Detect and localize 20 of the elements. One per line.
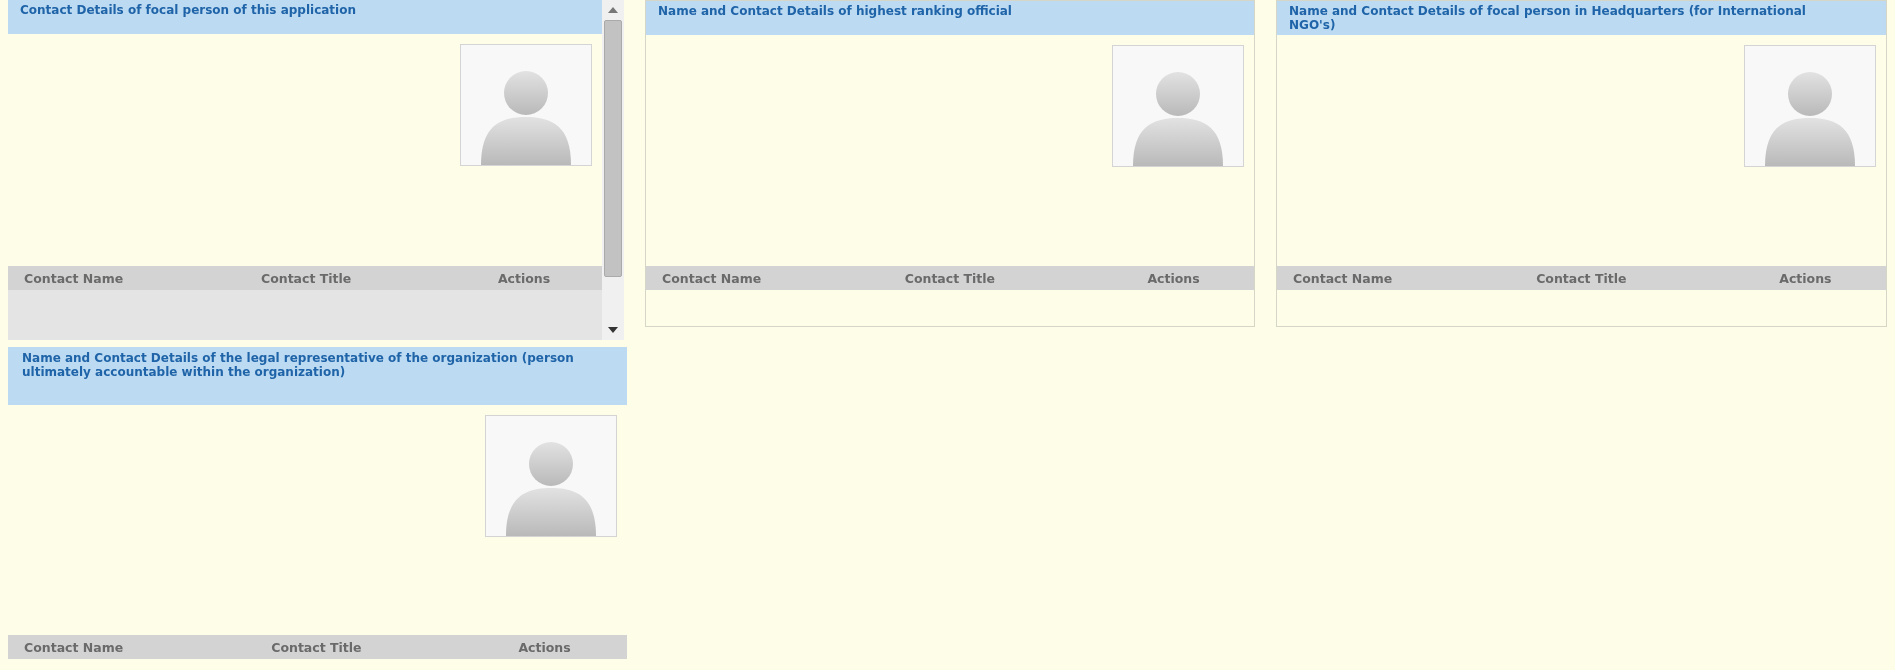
panel-title: Contact Details of focal person of this application xyxy=(8,0,602,34)
scroll-down-icon[interactable] xyxy=(608,326,618,334)
column-header: Contact Title xyxy=(271,639,363,655)
column-header: Contact Name xyxy=(24,270,125,286)
column-header: Contact Title xyxy=(1536,270,1628,286)
column-header: Contact Name xyxy=(24,639,125,655)
panel-title: Name and Contact Details of the legal representative of the organization (person ultimately accountable within the organization) xyxy=(8,347,627,405)
column-header: Actions xyxy=(497,270,552,286)
column-header: Contact Title xyxy=(904,270,997,286)
column-header: Contact Name xyxy=(1293,270,1394,286)
column-header: Contact Name xyxy=(662,270,763,286)
column-header: Actions xyxy=(1779,270,1833,286)
scroll-up-icon[interactable] xyxy=(608,6,618,14)
column-header: Actions xyxy=(1147,270,1201,286)
scrollbar-thumb[interactable] xyxy=(604,20,622,277)
column-header: Contact Title xyxy=(260,270,353,286)
scrollbar[interactable] xyxy=(602,0,624,340)
panel-title: Name and Contact Details of focal person in Headquarters (for International NGO's) xyxy=(1277,1,1886,35)
column-header: Actions xyxy=(518,639,572,655)
panel-title: Name and Contact Details of highest ranking official xyxy=(646,1,1254,35)
